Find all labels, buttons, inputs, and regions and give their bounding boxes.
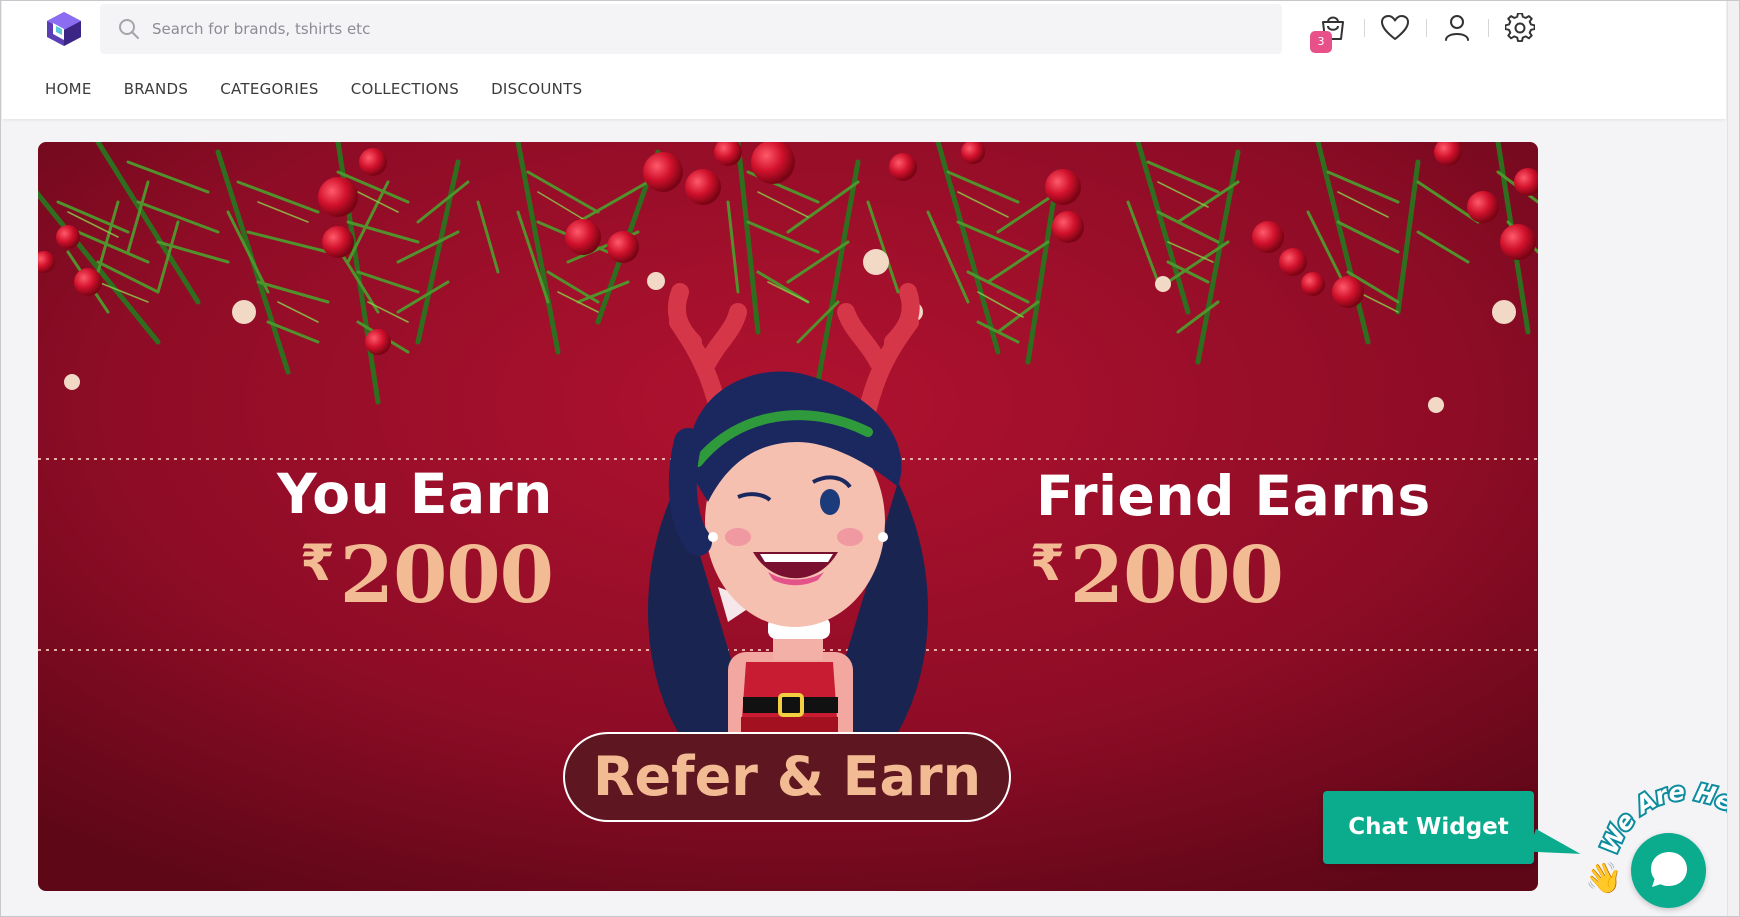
- nav-collections[interactable]: COLLECTIONS: [351, 80, 459, 98]
- user-profile-icon[interactable]: [1442, 13, 1472, 43]
- you-earn-heading: You Earn: [277, 462, 553, 526]
- header-divider: [1364, 19, 1365, 37]
- vertical-scrollbar[interactable]: [1727, 1, 1739, 916]
- chat-widget-button[interactable]: Chat Widget: [1323, 791, 1534, 864]
- main-nav: HOME BRANDS CATEGORIES COLLECTIONS DISCO…: [45, 80, 582, 98]
- chat-bubble-icon: [1651, 852, 1687, 887]
- you-earn-value: 2000: [339, 530, 554, 621]
- rupee-symbol: ₹: [300, 534, 335, 592]
- nav-home[interactable]: HOME: [45, 80, 92, 98]
- friend-earns-heading: Friend Earns: [1036, 464, 1431, 528]
- nav-categories[interactable]: CATEGORIES: [220, 80, 319, 98]
- app-window: 3 HOME BRANDS CATEGORIES COLLECTIONS DIS…: [0, 0, 1740, 917]
- brand-logo[interactable]: [44, 10, 84, 48]
- cart-count-badge: 3: [1310, 31, 1332, 53]
- refer-earn-banner[interactable]: You Earn ₹2000 Friend Earns ₹2000 Refer …: [38, 142, 1538, 891]
- search-bar[interactable]: [100, 4, 1282, 54]
- waving-hand-icon: 👋: [1585, 861, 1623, 896]
- friend-earns-value: 2000: [1069, 530, 1284, 621]
- chat-launcher-button[interactable]: [1631, 833, 1706, 908]
- friend-earns-amount: ₹2000: [1030, 530, 1284, 621]
- settings-gear-icon[interactable]: [1505, 13, 1535, 43]
- header-divider: [1488, 19, 1489, 37]
- header-divider: [1426, 19, 1427, 37]
- rupee-symbol: ₹: [1030, 534, 1065, 592]
- you-earn-amount: ₹2000: [300, 530, 554, 621]
- top-header: 3 HOME BRANDS CATEGORIES COLLECTIONS DIS…: [2, 1, 1726, 119]
- nav-brands[interactable]: BRANDS: [124, 80, 188, 98]
- search-input[interactable]: [152, 4, 1282, 54]
- wishlist-heart-icon[interactable]: [1380, 13, 1410, 43]
- refer-earn-button[interactable]: Refer & Earn: [563, 732, 1011, 822]
- search-icon: [119, 19, 139, 39]
- nav-discounts[interactable]: DISCOUNTS: [491, 80, 582, 98]
